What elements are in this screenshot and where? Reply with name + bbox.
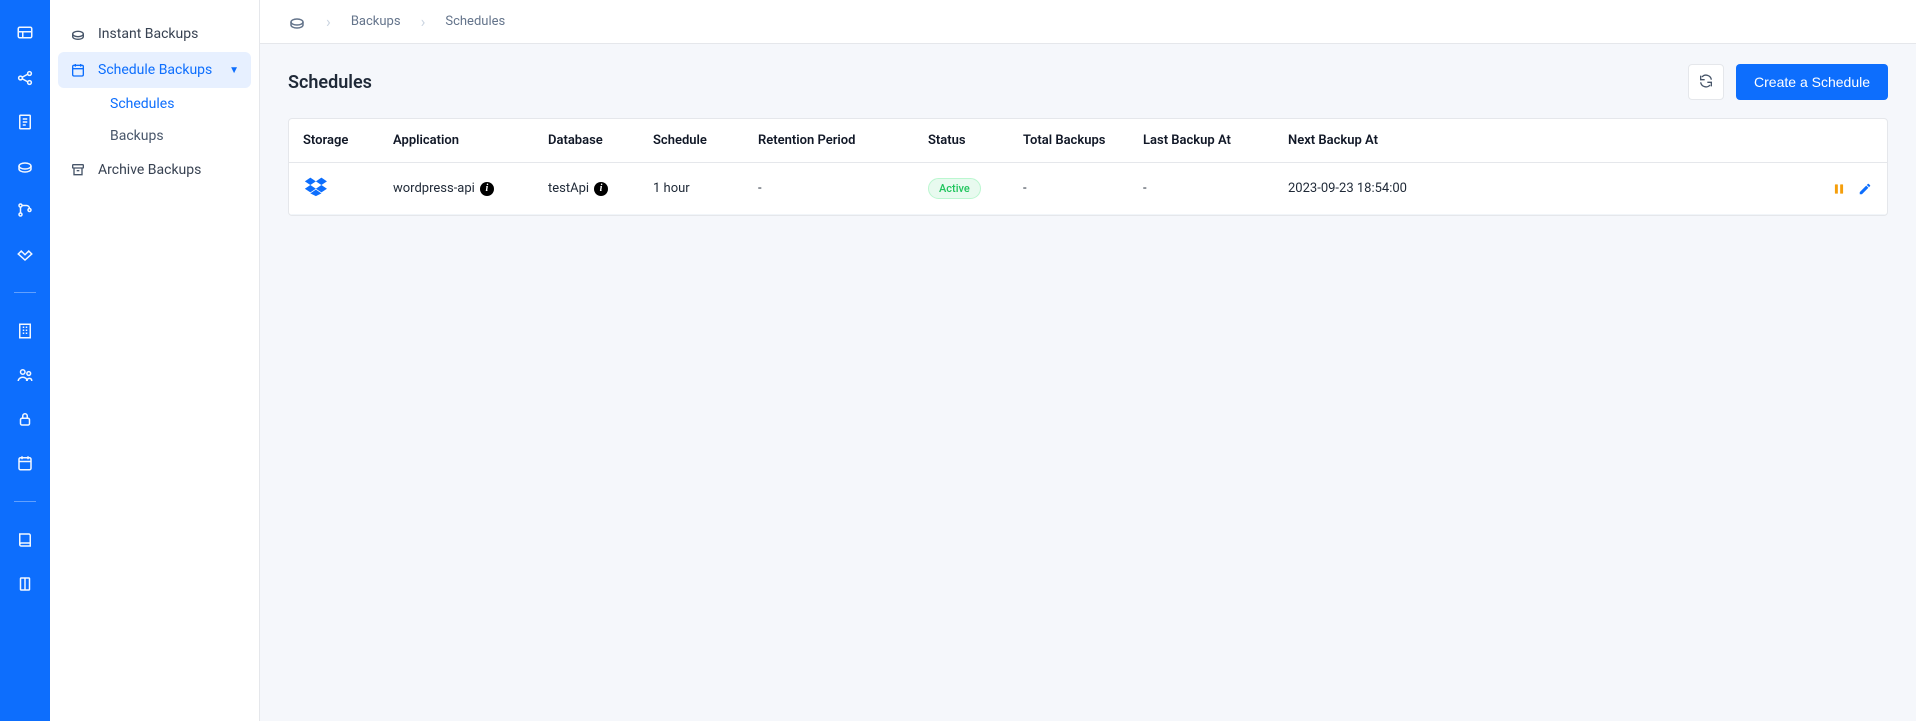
th-storage: Storage	[303, 133, 393, 148]
rail-book-icon[interactable]	[15, 530, 35, 550]
cell-total: -	[1023, 181, 1143, 196]
rail-handshake-icon[interactable]	[15, 244, 35, 264]
breadcrumb-sep-icon: ›	[421, 12, 426, 31]
th-total: Total Backups	[1023, 133, 1143, 148]
cloud-icon	[70, 26, 86, 42]
breadcrumbs: › Backups › Schedules	[260, 0, 1916, 44]
table-row: wordpress-api i testApi i 1 hour - Activ…	[289, 163, 1887, 215]
cell-status: Active	[928, 178, 1023, 199]
rail-divider-2	[14, 501, 36, 502]
th-retention: Retention Period	[758, 133, 928, 148]
cell-actions	[1813, 181, 1873, 197]
create-schedule-button[interactable]: Create a Schedule	[1736, 64, 1888, 100]
th-status: Status	[928, 133, 1023, 148]
sidebar-item-label: Archive Backups	[98, 162, 201, 178]
cell-last: -	[1143, 181, 1288, 196]
th-last: Last Backup At	[1143, 133, 1288, 148]
breadcrumb-item[interactable]: Backups	[351, 14, 401, 29]
th-application: Application	[393, 133, 548, 148]
database-name: testApi	[548, 181, 589, 196]
rail-building-icon[interactable]	[15, 321, 35, 341]
icon-rail	[0, 0, 50, 721]
breadcrumb-sep-icon: ›	[326, 12, 331, 31]
th-database: Database	[548, 133, 653, 148]
page-title: Schedules	[288, 72, 372, 93]
sidebar-subitem-schedules[interactable]: Schedules	[98, 88, 251, 120]
refresh-icon	[1698, 73, 1714, 92]
app-root: Instant Backups Schedule Backups ▼ Sched…	[0, 0, 1916, 721]
main: › Backups › Schedules Schedules Create a…	[260, 0, 1916, 721]
chevron-down-icon: ▼	[229, 65, 239, 76]
edit-button[interactable]	[1857, 181, 1873, 197]
status-badge: Active	[928, 178, 981, 199]
cell-retention: -	[758, 181, 928, 196]
th-schedule: Schedule	[653, 133, 758, 148]
breadcrumb-home-icon[interactable]	[288, 13, 306, 31]
secondary-sidebar: Instant Backups Schedule Backups ▼ Sched…	[50, 0, 260, 721]
cell-application: wordpress-api i	[393, 181, 548, 196]
table-header-row: Storage Application Database Schedule Re…	[289, 119, 1887, 163]
cell-database: testApi i	[548, 181, 653, 196]
info-icon[interactable]: i	[594, 182, 608, 196]
content: Schedules Create a Schedule Storage Appl…	[260, 44, 1916, 721]
rail-page-icon[interactable]	[15, 112, 35, 132]
breadcrumb-item[interactable]: Schedules	[445, 14, 505, 29]
rail-integrations-icon[interactable]	[15, 68, 35, 88]
application-name: wordpress-api	[393, 181, 475, 196]
sidebar-item-instant-backups[interactable]: Instant Backups	[58, 16, 251, 52]
rail-dashboard-icon[interactable]	[15, 24, 35, 44]
rail-backups-icon[interactable]	[15, 156, 35, 176]
archive-icon	[70, 162, 86, 178]
schedules-table: Storage Application Database Schedule Re…	[288, 118, 1888, 216]
calendar-icon	[70, 62, 86, 78]
rail-divider	[14, 292, 36, 293]
rail-docs-icon[interactable]	[15, 574, 35, 594]
rail-calendar-icon[interactable]	[15, 453, 35, 473]
th-next: Next Backup At	[1288, 133, 1813, 148]
rail-branches-icon[interactable]	[15, 200, 35, 220]
sidebar-subitems: Schedules Backups	[58, 88, 251, 152]
info-icon[interactable]: i	[480, 182, 494, 196]
cell-storage	[303, 174, 393, 204]
sidebar-subitem-backups[interactable]: Backups	[98, 120, 251, 152]
rail-lock-icon[interactable]	[15, 409, 35, 429]
cell-schedule: 1 hour	[653, 181, 758, 196]
page-header: Schedules Create a Schedule	[288, 64, 1888, 100]
cell-next: 2023-09-23 18:54:00	[1288, 181, 1813, 196]
sidebar-item-schedule-backups[interactable]: Schedule Backups ▼	[58, 52, 251, 88]
sidebar-item-archive-backups[interactable]: Archive Backups	[58, 152, 251, 188]
sidebar-item-label: Instant Backups	[98, 26, 198, 42]
dropbox-icon	[303, 189, 329, 204]
page-actions: Create a Schedule	[1688, 64, 1888, 100]
refresh-button[interactable]	[1688, 64, 1724, 100]
rail-users-icon[interactable]	[15, 365, 35, 385]
sidebar-item-label: Schedule Backups	[98, 62, 212, 78]
pause-button[interactable]	[1831, 181, 1847, 197]
